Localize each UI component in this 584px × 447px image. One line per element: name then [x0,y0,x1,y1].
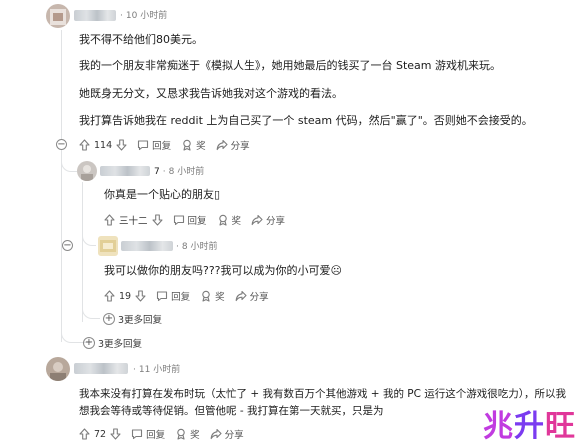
comment-meta: · 11 小时前 [133,365,181,375]
upvote-button[interactable] [79,428,90,440]
thread-curve-more-inner [82,306,100,319]
comment-text: 你真是一个贴心的朋友▯ [104,188,221,201]
share-icon [216,139,228,151]
timestamp: 8 小时前 [181,242,218,252]
upvote-icon [104,290,115,302]
award-button[interactable]: 奖 [175,427,200,441]
share-icon [251,214,263,226]
comment-bubble-icon [173,215,184,226]
vote-count: 114 [94,139,113,151]
comment-actions: 三十二 回复 奖 分享 [104,213,295,227]
reply-label: 回复 [171,292,191,303]
reply-button[interactable]: 回复 [131,427,165,441]
reply-button[interactable]: 回复 [173,213,207,227]
watermark-logo: 兆升旺 [483,409,576,444]
comment-actions: 114 回复 奖 分享 [79,138,260,152]
vote-count: 72 [94,428,107,440]
collapse-thread-button[interactable]: − [62,240,73,251]
share-icon [235,290,247,302]
username-tail: 7 [154,167,160,177]
plus-icon: + [83,337,95,349]
award-button[interactable]: 奖 [181,138,206,152]
award-label: 奖 [196,141,206,152]
reply-button[interactable]: 回复 [156,289,190,303]
vote-count: 19 [119,290,132,302]
award-label: 奖 [231,216,242,227]
thread-line-level2 [82,182,83,322]
comment-bubble-icon [157,291,168,302]
award-label: 奖 [190,430,200,441]
upvote-button[interactable] [104,214,115,226]
avatar[interactable] [77,161,97,181]
award-button[interactable]: 奖 [200,289,225,303]
reply-button[interactable]: 回复 [137,138,171,152]
avatar[interactable] [46,357,70,381]
avatar[interactable] [46,4,70,28]
username-redacted[interactable] [100,166,150,176]
downvote-icon [116,139,127,151]
comment-meta: · 10 小时前 [120,11,168,21]
share-label: 分享 [249,292,269,303]
award-icon [202,290,210,302]
award-label: 奖 [215,292,225,303]
username-redacted[interactable] [74,363,128,374]
reply-label: 回复 [146,430,166,441]
downvote-icon [135,290,146,302]
award-icon [177,428,185,440]
award-icon [218,214,227,226]
upvote-button[interactable] [79,139,90,151]
timestamp: 11 小时前 [138,365,181,375]
award-button[interactable]: 奖 [217,213,242,227]
downvote-icon [151,214,163,226]
vote-count: 三十二 [119,216,148,227]
comment-meta: 7 · 8 小时前 [154,167,205,177]
comment-paragraph: 我打算告诉她我在 reddit 上为自己买了一个 steam 代码，然后"赢了"… [79,114,533,127]
comment-bubble-icon [138,140,149,151]
downvote-icon [110,428,121,440]
comment-paragraph: 我不得不给他们80美元。 [79,33,203,46]
collapse-thread-button[interactable]: − [56,139,67,150]
comment-paragraph: 她既身无分文，又恳求我告诉她我对这个游戏的看法。 [79,87,343,100]
share-button[interactable]: 分享 [235,289,269,303]
reply-label: 回复 [152,141,172,152]
upvote-icon [79,139,90,151]
comment-text-line: 想我会等待或等待促销。但管他呢 - 我打算在第一天就买，只是为 [79,405,384,417]
username-redacted[interactable] [121,241,173,251]
share-button[interactable]: 分享 [210,427,244,441]
username-redacted[interactable] [74,10,116,21]
share-button[interactable]: 分享 [216,138,250,152]
comment-meta: · 8 小时前 [176,242,218,252]
downvote-button[interactable] [116,139,127,151]
comment-actions: 19 回复 奖 分享 [104,289,279,303]
upvote-button[interactable] [104,290,115,302]
more-replies-label: 3更多回复 [118,315,163,326]
comment-paragraph: 我的一个朋友非常痴迷于《模拟人生》，她用她最后的钱买了一台 Steam 游戏机来… [79,59,502,72]
share-label: 分享 [224,430,244,441]
reply-label: 回复 [187,216,207,227]
comment-text: 我可以做你的朋友吗???我可以成为你的小可爱☹ [104,264,342,277]
award-icon [183,139,191,151]
timestamp: 8 小时前 [168,167,205,177]
more-replies-label: 3更多回复 [98,339,143,350]
comment-bubble-icon [132,429,143,440]
comment-text-line: 我本来没有打算在发布时玩（太忙了 + 我有数百万个其他游戏 + 我的 PC 运行… [79,388,567,400]
more-replies-link[interactable]: + 3更多回复 [103,312,162,326]
share-icon [210,428,222,440]
more-replies-link[interactable]: + 3更多回复 [83,336,142,350]
avatar[interactable] [98,236,118,256]
thread-curve-c2 [61,158,77,172]
downvote-button[interactable] [110,428,121,440]
share-label: 分享 [230,141,250,152]
timestamp: 10 小时前 [125,11,168,21]
comment-actions: 72 回复 奖 分享 [79,427,254,441]
upvote-icon [104,214,115,226]
share-button[interactable]: 分享 [251,213,285,227]
share-label: 分享 [266,216,286,227]
downvote-button[interactable] [135,290,146,302]
upvote-icon [79,428,90,440]
thread-curve-c3 [82,232,96,246]
plus-icon: + [103,313,115,325]
downvote-button[interactable] [151,214,163,226]
thread-line-root [61,30,62,342]
